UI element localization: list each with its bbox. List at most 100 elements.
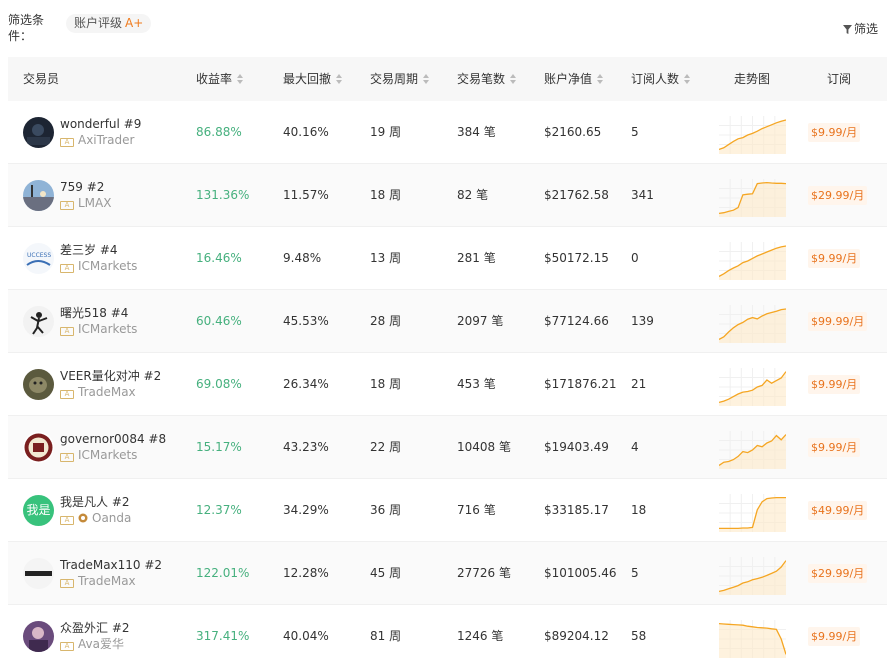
subscribers-value: 5 bbox=[631, 566, 639, 580]
drawdown-value: 40.16% bbox=[283, 125, 329, 139]
broker-name: LMAX bbox=[78, 196, 112, 210]
period-value: 13 周 bbox=[370, 251, 402, 265]
subscribe-price-button[interactable]: $9.99/月 bbox=[808, 627, 861, 646]
subscribe-price-button[interactable]: $99.99/月 bbox=[808, 312, 868, 331]
header-trend: 走势图 bbox=[734, 72, 771, 86]
trader-name[interactable]: governor0084 #8 bbox=[60, 432, 166, 447]
equity-value: $21762.58 bbox=[544, 188, 609, 202]
trader-name[interactable]: 759 #2 bbox=[60, 180, 104, 195]
broker-name: AxiTrader bbox=[78, 133, 135, 147]
subscribe-price-button[interactable]: $9.99/月 bbox=[808, 249, 861, 268]
trader-name[interactable]: 曙光518 #4 bbox=[60, 306, 128, 321]
table-row[interactable]: 众盈外汇 #2 A Ava爱华 317.41% 40.04% 81 周 1246 … bbox=[8, 605, 887, 665]
broker-name: ICMarkets bbox=[78, 448, 138, 462]
trades-value: 716 笔 bbox=[457, 503, 496, 517]
trader-name[interactable]: 众盈外汇 #2 bbox=[60, 621, 130, 636]
trader-name[interactable]: TradeMax110 #2 bbox=[60, 558, 162, 573]
header-period[interactable]: 交易周期 bbox=[370, 57, 430, 101]
subscribe-price-button[interactable]: $29.99/月 bbox=[808, 564, 868, 583]
equity-value: $89204.12 bbox=[544, 629, 609, 643]
broker-line: A LMAX bbox=[60, 196, 111, 211]
equity-value: $171876.21 bbox=[544, 377, 617, 391]
header-trades[interactable]: 交易笔数 bbox=[457, 57, 517, 101]
rating-filter-chip[interactable]: 账户评级 A+ bbox=[66, 14, 152, 33]
broker-line: A TradeMax bbox=[60, 574, 136, 589]
table-row[interactable]: TradeMax110 #2 A TradeMax 122.01% 12.28% … bbox=[8, 542, 887, 605]
broker-name: ICMarkets bbox=[78, 322, 138, 336]
rating-filter-value: A+ bbox=[125, 16, 144, 30]
table-row[interactable]: VEER量化对冲 #2 A TradeMax 69.08% 26.34% 18 周… bbox=[8, 353, 887, 416]
filter-button[interactable]: 筛选 bbox=[843, 20, 878, 37]
table-header: 交易员 收益率 最大回撤 交易周期 交易笔数 账户净值 订阅人数 走势图 订阅 bbox=[8, 57, 887, 101]
trader-table: 交易员 收益率 最大回撤 交易周期 交易笔数 账户净值 订阅人数 走势图 订阅 … bbox=[8, 57, 887, 665]
header-drawdown[interactable]: 最大回撤 bbox=[283, 57, 343, 101]
trades-value: 27726 笔 bbox=[457, 566, 511, 580]
drawdown-value: 9.48% bbox=[283, 251, 322, 265]
sort-icon bbox=[237, 74, 244, 84]
trader-name[interactable]: 我是凡人 #2 bbox=[60, 495, 130, 510]
avatar bbox=[23, 432, 54, 463]
table-row[interactable]: wonderful #9 A AxiTrader 86.88% 40.16% 19… bbox=[8, 101, 887, 164]
subscribe-price-button[interactable]: $9.99/月 bbox=[808, 375, 861, 394]
broker-name: ICMarkets bbox=[78, 259, 138, 273]
trades-value: 384 笔 bbox=[457, 125, 496, 139]
trader-name[interactable]: VEER量化对冲 #2 bbox=[60, 369, 161, 384]
trend-sparkline bbox=[719, 116, 786, 154]
verified-badge-icon: A bbox=[60, 642, 74, 651]
table-row[interactable]: 759 #2 A LMAX 131.36% 11.57% 18 周 82 笔 $2… bbox=[8, 164, 887, 227]
period-value: 18 周 bbox=[370, 377, 402, 391]
table-row[interactable]: 曙光518 #4 A ICMarkets 60.46% 45.53% 28 周 2… bbox=[8, 290, 887, 353]
header-equity[interactable]: 账户净值 bbox=[544, 57, 604, 101]
trend-sparkline bbox=[719, 620, 786, 658]
table-row[interactable]: UCCESS 差三岁 #4 A ICMarkets 16.46% 9.48% 13… bbox=[8, 227, 887, 290]
trades-value: 453 笔 bbox=[457, 377, 496, 391]
broker-line: A ICMarkets bbox=[60, 448, 137, 463]
table-row[interactable]: governor0084 #8 A ICMarkets 15.17% 43.23%… bbox=[8, 416, 887, 479]
period-value: 36 周 bbox=[370, 503, 402, 517]
subscribers-value: 341 bbox=[631, 188, 654, 202]
verified-badge-icon: A bbox=[60, 201, 74, 210]
broker-line: A Oanda bbox=[60, 511, 131, 526]
subscribers-value: 18 bbox=[631, 503, 647, 517]
verified-badge-icon: A bbox=[60, 327, 74, 336]
header-subscribers[interactable]: 订阅人数 bbox=[631, 57, 691, 101]
rating-filter-label: 账户评级 bbox=[74, 16, 123, 30]
table-row[interactable]: 我是 我是凡人 #2 A Oanda 12.37% 34.29% 36 周 716… bbox=[8, 479, 887, 542]
return-value: 86.88% bbox=[196, 125, 242, 139]
drawdown-value: 45.53% bbox=[283, 314, 329, 328]
subscribers-value: 5 bbox=[631, 125, 639, 139]
period-value: 19 周 bbox=[370, 125, 402, 139]
trend-sparkline bbox=[719, 242, 786, 280]
broker-name: TradeMax bbox=[78, 574, 136, 588]
trend-sparkline bbox=[719, 494, 786, 532]
sort-icon bbox=[510, 74, 517, 84]
trades-value: 1246 笔 bbox=[457, 629, 504, 643]
trader-name[interactable]: wonderful #9 bbox=[60, 117, 141, 132]
return-value: 60.46% bbox=[196, 314, 242, 328]
subscribe-price-button[interactable]: $49.99/月 bbox=[808, 501, 868, 520]
equity-value: $101005.46 bbox=[544, 566, 617, 580]
period-value: 81 周 bbox=[370, 629, 402, 643]
verified-badge-icon: A bbox=[60, 264, 74, 273]
trend-sparkline bbox=[719, 557, 786, 595]
equity-value: $33185.17 bbox=[544, 503, 609, 517]
trader-name[interactable]: 差三岁 #4 bbox=[60, 243, 118, 258]
avatar bbox=[23, 369, 54, 400]
drawdown-value: 43.23% bbox=[283, 440, 329, 454]
avatar bbox=[23, 117, 54, 148]
subscribe-price-button[interactable]: $9.99/月 bbox=[808, 438, 861, 457]
funnel-icon bbox=[843, 25, 852, 34]
broker-line: A AxiTrader bbox=[60, 133, 134, 148]
broker-line: A Ava爱华 bbox=[60, 637, 124, 652]
subscribe-price-button[interactable]: $9.99/月 bbox=[808, 123, 861, 142]
trades-value: 281 笔 bbox=[457, 251, 496, 265]
header-return[interactable]: 收益率 bbox=[196, 57, 244, 101]
return-value: 16.46% bbox=[196, 251, 242, 265]
svg-text:UCCESS: UCCESS bbox=[27, 252, 51, 259]
drawdown-value: 11.57% bbox=[283, 188, 329, 202]
broker-name: Oanda bbox=[92, 511, 132, 525]
broker-name: TradeMax bbox=[78, 385, 136, 399]
filter-bar: 筛选条件： 账户评级 A+ 筛选 bbox=[0, 0, 887, 52]
subscribe-price-button[interactable]: $29.99/月 bbox=[808, 186, 868, 205]
equity-value: $19403.49 bbox=[544, 440, 609, 454]
